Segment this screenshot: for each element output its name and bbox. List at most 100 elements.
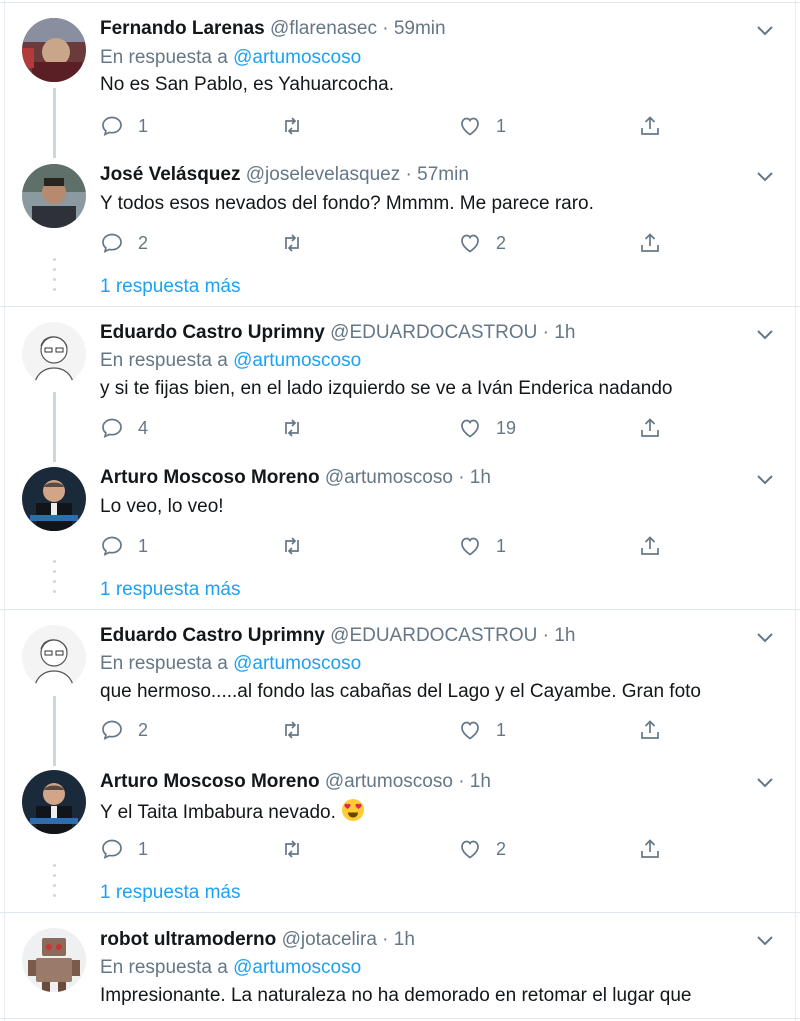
reply-button[interactable]: 2 <box>100 229 148 257</box>
like-icon <box>461 537 479 556</box>
timestamp[interactable]: 1h <box>554 322 575 343</box>
chevron-down-icon[interactable] <box>756 474 774 486</box>
avatar[interactable] <box>22 18 86 82</box>
like-button[interactable]: 2 <box>458 229 506 257</box>
reply-to-link[interactable]: @artumoscoso <box>233 350 361 371</box>
chevron-down-icon[interactable] <box>756 935 774 947</box>
tweet-actions: 4 19 <box>100 414 680 442</box>
user-handle[interactable]: @EDUARDOCASTROU <box>330 625 537 646</box>
timestamp[interactable]: 1h <box>470 771 491 792</box>
timestamp[interactable]: 1h <box>470 467 491 488</box>
reply-count: 2 <box>138 719 149 740</box>
separator: · <box>382 18 389 39</box>
thread-dots <box>53 244 56 304</box>
divider <box>0 1018 800 1019</box>
retweet-button[interactable] <box>280 414 318 442</box>
share-button[interactable] <box>638 414 662 442</box>
tweet-text: Lo veo, lo veo! <box>100 496 224 517</box>
user-name[interactable]: Eduardo Castro Uprimny <box>100 322 325 343</box>
timestamp[interactable]: 59min <box>394 18 446 39</box>
like-count: 1 <box>496 719 507 740</box>
thread-line <box>53 88 56 158</box>
reply-context: En respuesta a @artumoscoso <box>100 46 361 70</box>
user-name[interactable]: Arturo Moscoso Moreno <box>100 467 320 488</box>
reply-button[interactable]: 1 <box>100 112 148 140</box>
reply-icon <box>102 839 122 860</box>
avatar[interactable] <box>22 625 86 689</box>
avatar[interactable] <box>22 467 86 531</box>
chevron-down-icon[interactable] <box>756 777 774 789</box>
chevron-down-icon[interactable] <box>756 25 774 37</box>
user-handle[interactable]: @jotacelira <box>282 929 377 950</box>
reply-to-link[interactable]: @artumoscoso <box>233 653 361 674</box>
show-more-replies-link[interactable]: 1 respuesta más <box>100 881 240 905</box>
chevron-down-icon[interactable] <box>756 632 774 644</box>
avatar[interactable] <box>22 322 86 386</box>
retweet-button[interactable] <box>280 229 318 257</box>
like-count: 2 <box>496 232 507 253</box>
tweet-text-row: Y el Taita Imbabura nevado. <box>100 798 365 825</box>
tweet-actions: 1 1 <box>100 112 680 140</box>
retweet-button[interactable] <box>280 532 318 560</box>
like-button[interactable]: 1 <box>458 112 506 140</box>
chevron-down-icon[interactable] <box>756 171 774 183</box>
like-button[interactable]: 1 <box>458 716 506 744</box>
user-name[interactable]: José Velásquez <box>100 164 240 185</box>
user-handle[interactable]: @artumoscoso <box>325 771 453 792</box>
like-button[interactable]: 2 <box>458 835 506 863</box>
reply-to-link[interactable]: @artumoscoso <box>233 957 361 978</box>
reply-to-link[interactable]: @artumoscoso <box>233 47 361 68</box>
share-button[interactable] <box>638 229 662 257</box>
like-icon <box>461 840 479 859</box>
separator: · <box>542 625 549 646</box>
timestamp[interactable]: 1h <box>394 929 415 950</box>
retweet-icon <box>285 721 299 739</box>
user-name[interactable]: Arturo Moscoso Moreno <box>100 771 320 792</box>
separator: · <box>542 322 549 343</box>
user-name[interactable]: Fernando Larenas <box>100 18 265 39</box>
show-more-replies-link[interactable]: 1 respuesta más <box>100 578 240 602</box>
reply-button[interactable]: 1 <box>100 532 148 560</box>
share-button[interactable] <box>638 835 662 863</box>
share-button[interactable] <box>638 716 662 744</box>
reply-icon <box>102 536 122 557</box>
reply-button[interactable]: 1 <box>100 835 148 863</box>
reply-context: En respuesta a @artumoscoso <box>100 349 361 373</box>
retweet-button[interactable] <box>280 112 318 140</box>
user-handle[interactable]: @flarenasec <box>270 18 377 39</box>
reply-prefix: En respuesta a <box>100 47 228 68</box>
like-button[interactable]: 19 <box>458 414 516 442</box>
chevron-down-icon[interactable] <box>756 329 774 341</box>
share-button[interactable] <box>638 112 662 140</box>
share-icon <box>641 418 659 437</box>
tweet-header: Fernando Larenas @flarenasec · 59min <box>100 17 446 41</box>
user-handle[interactable]: @artumoscoso <box>325 467 453 488</box>
thread-dots <box>53 850 56 910</box>
like-icon <box>461 234 479 253</box>
reply-button[interactable]: 4 <box>100 414 148 442</box>
tweet-header: robot ultramoderno @jotacelira · 1h <box>100 928 415 952</box>
share-icon <box>641 839 659 858</box>
timestamp[interactable]: 57min <box>417 164 469 185</box>
avatar[interactable] <box>22 928 86 992</box>
user-handle[interactable]: @EDUARDOCASTROU <box>330 322 537 343</box>
divider <box>0 306 800 307</box>
reply-button[interactable]: 2 <box>100 716 148 744</box>
reply-icon <box>102 116 122 137</box>
retweet-button[interactable] <box>280 716 318 744</box>
share-button[interactable] <box>638 532 662 560</box>
tweet-text: Y todos esos nevados del fondo? Mmmm. Me… <box>100 193 594 214</box>
reply-count: 1 <box>138 838 149 859</box>
user-name[interactable]: Eduardo Castro Uprimny <box>100 625 325 646</box>
timestamp[interactable]: 1h <box>554 625 575 646</box>
reply-count: 1 <box>138 115 149 136</box>
retweet-button[interactable] <box>280 835 318 863</box>
avatar[interactable] <box>22 164 86 228</box>
avatar[interactable] <box>22 770 86 834</box>
heart-eyes-emoji <box>342 799 365 821</box>
show-more-replies-link[interactable]: 1 respuesta más <box>100 275 240 299</box>
user-name[interactable]: robot ultramoderno <box>100 929 276 950</box>
separator: · <box>458 467 465 488</box>
like-button[interactable]: 1 <box>458 532 506 560</box>
user-handle[interactable]: @joselevelasquez <box>246 164 401 185</box>
